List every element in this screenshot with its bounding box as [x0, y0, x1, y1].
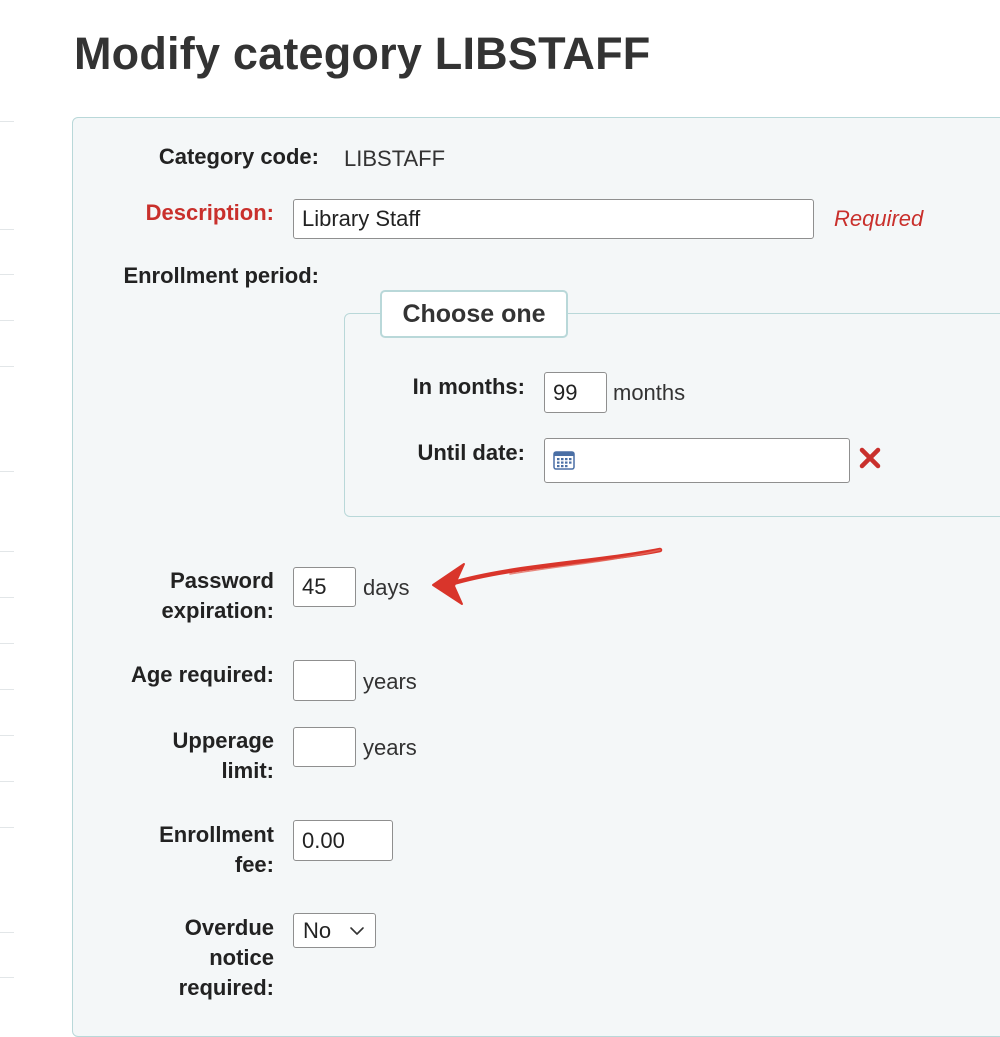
- required-note: Required: [834, 206, 924, 231]
- overdue-notice-selected: No: [303, 918, 332, 943]
- sidebar-divider: [0, 229, 14, 230]
- sidebar-divider: [0, 827, 14, 828]
- enrollment-period-fieldset: [344, 313, 1000, 517]
- choose-one-legend: Choose one: [380, 290, 568, 338]
- age-years-unit: years: [363, 669, 417, 694]
- in-months-input[interactable]: [544, 372, 607, 413]
- until-date-label: Until date:: [417, 440, 525, 465]
- password-expiration-label-line: Password: [170, 568, 274, 593]
- upperage-limit-label-line: limit:: [221, 758, 274, 783]
- sidebar-divider: [0, 781, 14, 782]
- close-icon[interactable]: [859, 447, 881, 469]
- upperage-limit-label-line: Upperage: [172, 728, 274, 753]
- password-expiration-label-line: expiration:: [161, 598, 274, 623]
- password-expiration-input[interactable]: [293, 567, 356, 607]
- sidebar-divider: [0, 551, 14, 552]
- password-expiration-label: Password expiration:: [162, 566, 274, 626]
- sidebar-divider: [0, 320, 14, 321]
- sidebar-divider: [0, 471, 14, 472]
- overdue-notice-select[interactable]: No: [293, 913, 376, 948]
- enrollment-fee-label-line: Enrollment: [159, 822, 274, 847]
- left-sidebar-edge: [0, 0, 14, 1014]
- sidebar-divider: [0, 977, 14, 978]
- until-date-input[interactable]: [544, 438, 850, 483]
- description-input[interactable]: [293, 199, 814, 239]
- category-code-label: Category code:: [158, 144, 319, 169]
- enrollment-fee-input[interactable]: [293, 820, 393, 861]
- sidebar-divider: [0, 735, 14, 736]
- enrollment-fee-label-line: fee:: [234, 852, 274, 877]
- chevron-down-icon: [349, 924, 365, 936]
- overdue-notice-label-line: notice: [209, 945, 274, 970]
- sidebar-divider: [0, 121, 14, 122]
- overdue-notice-label-line: Overdue: [184, 915, 274, 940]
- sidebar-divider: [0, 689, 14, 690]
- category-code-value: LIBSTAFF: [344, 146, 446, 171]
- months-unit: months: [613, 380, 686, 405]
- age-required-label: Age required:: [130, 662, 274, 687]
- overdue-notice-label-line: required:: [178, 975, 274, 1000]
- enrollment-fee-label: Enrollment fee:: [159, 820, 274, 880]
- age-required-input[interactable]: [293, 660, 356, 701]
- sidebar-divider: [0, 643, 14, 644]
- enrollment-period-label: Enrollment period:: [123, 263, 319, 288]
- page-title: Modify category LIBSTAFF: [74, 28, 651, 79]
- calendar-icon[interactable]: [553, 450, 575, 470]
- sidebar-divider: [0, 932, 14, 933]
- sidebar-divider: [0, 366, 14, 367]
- upperage-years-unit: years: [363, 735, 417, 760]
- days-unit: days: [363, 575, 410, 600]
- sidebar-divider: [0, 274, 14, 275]
- overdue-notice-label: Overdue notice required:: [179, 913, 274, 1003]
- sidebar-divider: [0, 597, 14, 598]
- in-months-label: In months:: [412, 374, 525, 399]
- upperage-limit-label: Upperage limit:: [173, 726, 274, 786]
- upperage-limit-input[interactable]: [293, 727, 356, 767]
- description-label: Description:: [145, 200, 274, 225]
